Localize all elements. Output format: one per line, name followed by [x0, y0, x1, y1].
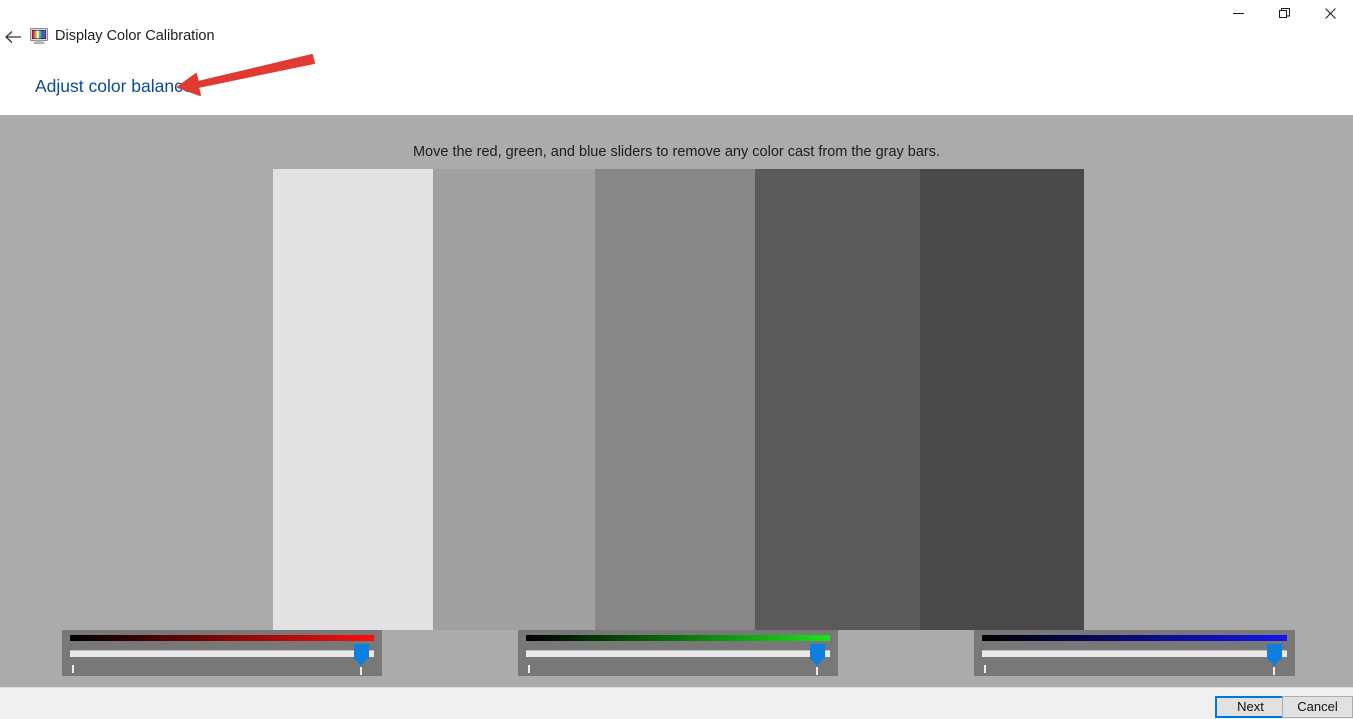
window-title: Display Color Calibration	[55, 28, 215, 44]
annotation-arrow-icon	[176, 52, 316, 96]
restore-icon	[1278, 7, 1290, 18]
display-color-calibration-window: Display Color Calibration Adjust color b…	[0, 0, 1353, 719]
red-thumb-body	[354, 644, 370, 659]
blue-slider-thumb[interactable]	[1267, 644, 1283, 675]
green-slider-track[interactable]	[526, 650, 830, 657]
green-thumb-tick	[816, 667, 819, 675]
blue-thumb-point	[1267, 658, 1282, 666]
green-slider-thumb[interactable]	[810, 644, 826, 675]
blue-thumb-body	[1267, 644, 1283, 659]
red-thumb-tick	[360, 667, 363, 675]
bar-5-darkest	[920, 169, 1084, 630]
page-title: Adjust color balance	[35, 76, 193, 96]
blue-gradient-bar	[982, 635, 1287, 641]
monitor-color-icon	[30, 28, 48, 44]
maximize-button[interactable]	[1261, 0, 1307, 26]
back-button[interactable]	[0, 24, 26, 50]
red-slider-panel	[62, 630, 382, 676]
red-slider-track[interactable]	[70, 650, 374, 657]
instruction-text: Move the red, green, and blue sliders to…	[412, 144, 941, 160]
window-controls	[1215, 0, 1353, 26]
blue-slider-track[interactable]	[982, 650, 1287, 657]
bar-4	[755, 169, 920, 630]
close-icon	[1324, 7, 1336, 19]
blue-thumb-tick	[1273, 667, 1276, 675]
minimize-button[interactable]	[1215, 0, 1261, 26]
green-gradient-bar	[526, 635, 830, 641]
green-thumb-point	[810, 658, 825, 666]
close-button[interactable]	[1307, 0, 1353, 26]
next-button[interactable]: Next	[1215, 696, 1286, 718]
green-slider-panel	[518, 630, 838, 676]
minimize-icon	[1232, 12, 1244, 14]
red-gradient-bar	[70, 635, 374, 641]
bar-1-lightest	[273, 169, 433, 630]
red-slider-thumb[interactable]	[354, 644, 370, 675]
bar-2	[433, 169, 595, 630]
blue-slider-panel	[974, 630, 1295, 676]
bar-3	[595, 169, 755, 630]
cancel-button[interactable]: Cancel	[1282, 696, 1353, 718]
red-thumb-point	[354, 658, 369, 666]
footer-bar: Next Cancel	[0, 687, 1353, 719]
back-arrow-icon	[4, 31, 21, 43]
green-thumb-body	[810, 644, 826, 659]
green-slider-min-tick	[528, 665, 530, 673]
red-slider-min-tick	[72, 665, 74, 673]
blue-slider-min-tick	[984, 665, 986, 673]
gray-bar-strip	[273, 169, 1084, 630]
title-bar	[0, 0, 1353, 26]
calibration-work-area: Move the red, green, and blue sliders to…	[0, 115, 1353, 687]
